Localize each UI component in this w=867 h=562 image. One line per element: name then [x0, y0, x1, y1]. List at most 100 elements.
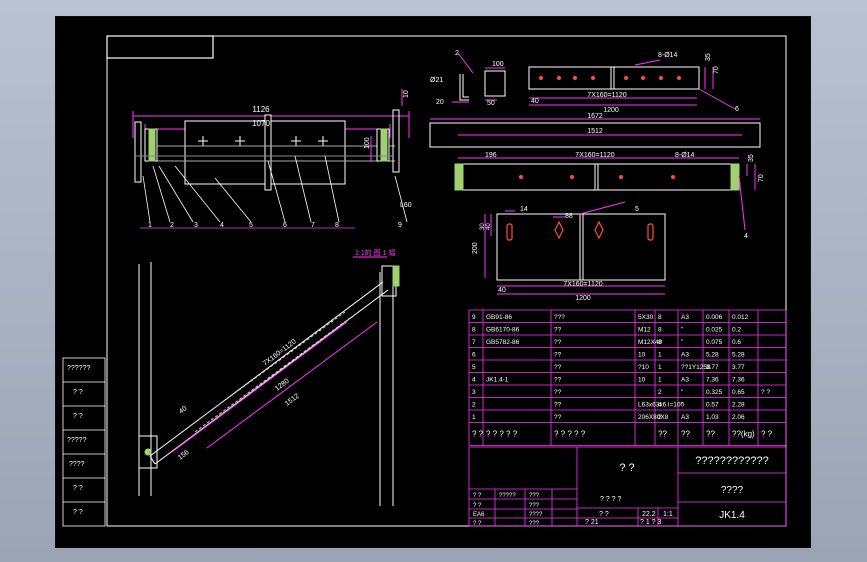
bom-cell-no: 2 — [472, 402, 476, 409]
bom-cell-name: ?? — [554, 352, 562, 359]
signature-cell: ??? — [529, 503, 540, 509]
bom-cell-note: ? ? — [761, 389, 770, 396]
bom-header-no: ? ? — [472, 430, 484, 439]
bom-cell-name: ?? — [554, 327, 562, 334]
signature-cell: ? ? — [473, 521, 482, 527]
stage-label: ? ? ? ? — [600, 496, 622, 503]
plate-dim-w: 14 — [520, 206, 528, 213]
bom-cell-spec: ?10 — [638, 364, 649, 371]
bom-cell-code: JK1.4-1 — [486, 377, 509, 384]
bom-cell-spec: 5X30 — [638, 314, 654, 321]
bom-header-code: ? ? ? ? ? — [486, 430, 518, 439]
top-rail-dim-start: 40 — [531, 98, 539, 105]
bom-cell-no: 9 — [472, 314, 476, 321]
top-rail-dim-side1: 35 — [705, 53, 712, 61]
signature-cell: ??? — [529, 521, 540, 527]
balloon-1: 1 — [148, 222, 152, 229]
bom-cell-unit: 0.075 — [706, 339, 723, 346]
bom-cell-qty: 1 — [658, 352, 662, 359]
signature-cell: ? ? — [473, 493, 482, 499]
bom-cell-code: GB91-86 — [486, 314, 512, 321]
middle-rail-dim-pitch: 7X160=1120 — [575, 152, 614, 159]
top-rail-dim-pitch: 7X160=1120 — [587, 92, 626, 99]
balloon-6: 6 — [283, 222, 287, 229]
bom-cell-no: 6 — [472, 352, 476, 359]
revision-cell: ????? — [67, 437, 87, 444]
bom-cell-no: 3 — [472, 389, 476, 396]
bom-cell-total: 7.36 — [732, 377, 745, 384]
bom-cell-spec: 206X80X8 — [638, 414, 669, 421]
bom-header-note: ? ? — [761, 430, 773, 439]
bom-cell-qty: 8 — [658, 314, 662, 321]
dim-top-overall: 1126 — [252, 105, 270, 114]
bom-cell-unit: 0.325 — [706, 389, 723, 396]
bom-cell-total: 0.6 — [732, 339, 741, 346]
bom-cell-no: 5 — [472, 364, 476, 371]
bom-cell-name: ?? — [554, 414, 562, 421]
cad-drawing-canvas[interactable]: 1126 1070 10 100 L60 1 2 3 4 5 6 7 8 9 2… — [54, 15, 812, 549]
sheet-total: ? 21 — [585, 519, 599, 526]
bom-cell-spec: 10 — [638, 377, 646, 384]
bom-cell-spec: 10 — [638, 352, 646, 359]
bom-cell-mat: A3 — [681, 377, 689, 384]
bom-cell-name: ?? — [554, 389, 562, 396]
plate-dim-h2: 40 — [486, 223, 492, 230]
bom-cell-name: ?? — [554, 402, 562, 409]
bracket-dim-bottom: 20 — [436, 99, 444, 106]
incline-title: 1:1的 图 1 幅 — [355, 248, 395, 257]
bom-cell-unit: 3.77 — [706, 364, 719, 371]
top-rail-dim-len: 1200 — [603, 107, 619, 114]
middle-rail-dim-side1: 35 — [748, 154, 755, 162]
middle-rail-balloon: 4 — [744, 233, 748, 240]
bom-cell-code: GB5782-86 — [486, 339, 520, 346]
bom-cell-spec: M12 — [638, 327, 651, 334]
middle-rail-dim-start: 196 — [485, 152, 497, 159]
sheet-number: ? 1 ? 3 — [640, 519, 662, 526]
bracket-dim-hole: Ø21 — [430, 77, 443, 84]
bom-cell-mat: A3 — [681, 414, 689, 421]
drawing-sheet: 1126 1070 10 100 L60 1 2 3 4 5 6 7 8 9 2… — [54, 15, 812, 549]
balloon-3: 3 — [194, 222, 198, 229]
plate-balloon: 5 — [635, 206, 639, 213]
balloon-4: 4 — [220, 222, 224, 229]
weight: 22.2 — [642, 511, 656, 518]
bom-header-mat: ?? — [681, 430, 690, 439]
bom-cell-qty: 2 — [658, 389, 662, 396]
bom-cell-qty: 4 — [658, 402, 662, 409]
bom-cell-unit: 5.28 — [706, 352, 719, 359]
bom-header-qty: ?? — [658, 430, 667, 439]
balloon-8: 8 — [335, 222, 339, 229]
signature-cell: ??? — [529, 493, 540, 499]
revision-cell: ? ? — [73, 485, 83, 492]
title-right: ???????????? — [695, 455, 768, 467]
plate-dim-len: 1200 — [575, 295, 591, 302]
scale-value: 1:1 — [663, 511, 673, 518]
bom-cell-total: 5.28 — [732, 352, 745, 359]
revision-cell: ???? — [69, 461, 85, 468]
dim-top-inner: 1070 — [252, 119, 270, 128]
dim-top-side: 10 — [403, 90, 410, 98]
bom-cell-total: 2.28 — [732, 402, 745, 409]
bom-cell-qty: 1 — [658, 377, 662, 384]
bom-cell-qty: 8 — [658, 327, 662, 334]
middle-rail-dim-overall: 1672 — [587, 113, 603, 120]
middle-rail-dim-side2: 70 — [758, 174, 765, 182]
top-rail-dim-side2: 70 — [713, 66, 720, 74]
bom-header-total: ??(kg) — [732, 430, 755, 439]
bom-cell-name: ?? — [554, 377, 562, 384]
middle-rail-dim-holes: 8-Ø14 — [675, 152, 695, 159]
bom-cell-total: 2.06 — [732, 414, 745, 421]
bom-cell-total: 0.012 — [732, 314, 749, 321]
balloon-2: 2 — [170, 222, 174, 229]
plate-dim-gap: 88 — [565, 213, 573, 220]
plate-dim-pitch: 7X160=1120 — [563, 281, 602, 288]
balloon-5: 5 — [249, 222, 253, 229]
bom-cell-name: ??? — [554, 314, 565, 321]
title-org: ???? — [721, 485, 744, 496]
middle-rail-dim-inner: 1512 — [587, 128, 603, 135]
bom-cell-qty: 8 — [658, 339, 662, 346]
scale-label: ? ? — [599, 511, 609, 518]
balloon-7: 7 — [311, 222, 315, 229]
bom-header-name: ? ? ? ? ? — [554, 430, 586, 439]
bom-cell-total: 0.65 — [732, 389, 745, 396]
